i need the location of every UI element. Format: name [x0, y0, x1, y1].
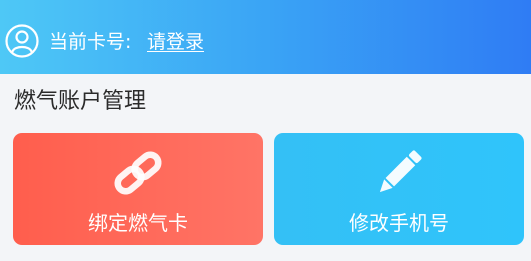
- card-number-label: 当前卡号:: [49, 31, 132, 53]
- change-phone-label: 修改手机号: [349, 211, 449, 235]
- section-title: 燃气账户管理: [14, 89, 147, 114]
- link-icon: [114, 151, 162, 195]
- bind-gas-card-button[interactable]: 绑定燃气卡: [13, 133, 263, 245]
- top-header: 当前卡号: 请登录: [0, 0, 531, 74]
- bind-gas-card-label: 绑定燃气卡: [88, 211, 188, 235]
- pencil-icon: [379, 150, 422, 193]
- change-phone-button[interactable]: 修改手机号: [274, 133, 524, 245]
- user-icon[interactable]: [5, 24, 39, 58]
- login-link[interactable]: 请登录: [147, 31, 204, 53]
